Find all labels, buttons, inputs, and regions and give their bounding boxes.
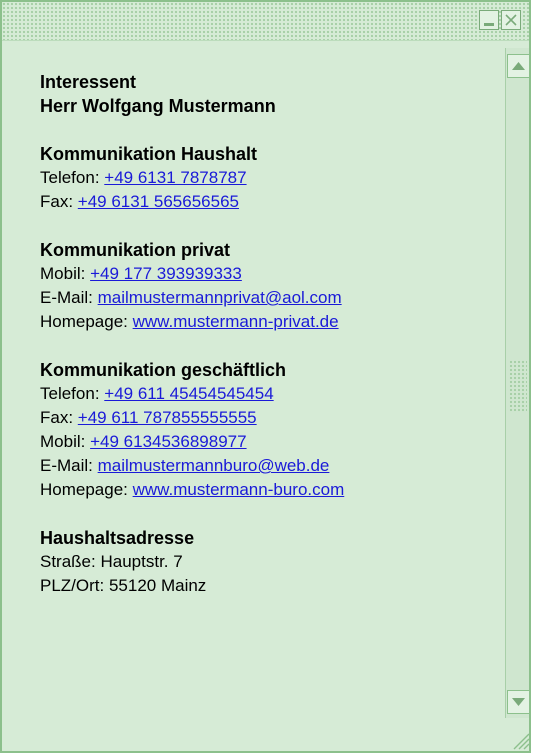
business-homepage-link[interactable]: www.mustermann-buro.com (133, 480, 345, 499)
field-label: E-Mail: (40, 288, 93, 307)
business-email-row: E-Mail: mailmustermannburo@web.de (40, 454, 500, 478)
private-mobile-link[interactable]: +49 177 393939333 (90, 264, 242, 283)
field-label: Telefon: (40, 384, 100, 403)
household-phone-link[interactable]: +49 6131 7878787 (104, 168, 246, 187)
private-homepage-row: Homepage: www.mustermann-privat.de (40, 310, 500, 334)
city-row: PLZ/Ort: 55120 Mainz (40, 574, 500, 598)
field-label: Telefon: (40, 168, 100, 187)
field-label: Homepage: (40, 312, 128, 331)
private-email-row: E-Mail: mailmustermannprivat@aol.com (40, 286, 500, 310)
contact-window: Interessent Herr Wolfgang Mustermann Kom… (0, 0, 531, 753)
household-address-section: Haushaltsadresse Straße: Hauptstr. 7 PLZ… (40, 526, 500, 598)
field-label: E-Mail: (40, 456, 93, 475)
resize-grip-icon[interactable] (510, 728, 530, 750)
business-fax-row: Fax: +49 611 787855555555 (40, 406, 500, 430)
field-label: Mobil: (40, 432, 86, 451)
section-heading: Kommunikation privat (40, 240, 231, 260)
city-value: 55120 Mainz (108, 576, 207, 595)
contact-role: Interessent (40, 72, 137, 92)
section-heading: Haushaltsadresse (40, 528, 195, 548)
household-phone-row: Telefon: +49 6131 7878787 (40, 166, 500, 190)
section-heading: Kommunikation Haushalt (40, 144, 258, 164)
private-homepage-link[interactable]: www.mustermann-privat.de (133, 312, 339, 331)
scroll-up-button[interactable] (507, 54, 529, 78)
contact-name: Herr Wolfgang Mustermann (40, 96, 276, 116)
street-row: Straße: Hauptstr. 7 (40, 550, 500, 574)
business-fax-link[interactable]: +49 611 787855555555 (78, 408, 257, 427)
field-label: Fax: (40, 192, 74, 211)
business-homepage-row: Homepage: www.mustermann-buro.com (40, 478, 500, 502)
private-email-link[interactable]: mailmustermannprivat@aol.com (98, 288, 342, 307)
vertical-scrollbar[interactable] (505, 48, 529, 718)
field-label: Fax: (40, 408, 74, 427)
business-email-link[interactable]: mailmustermannburo@web.de (98, 456, 330, 475)
contact-header: Interessent Herr Wolfgang Mustermann (40, 70, 500, 118)
private-communication-section: Kommunikation privat Mobil: +49 177 3939… (40, 238, 500, 334)
scroll-thumb[interactable] (509, 360, 527, 412)
scroll-down-button[interactable] (507, 690, 529, 714)
contact-details: Interessent Herr Wolfgang Mustermann Kom… (40, 70, 500, 622)
arrow-down-icon (512, 698, 525, 706)
household-fax-link[interactable]: +49 6131 565656565 (78, 192, 239, 211)
section-heading: Kommunikation geschäftlich (40, 360, 287, 380)
business-communication-section: Kommunikation geschäftlich Telefon: +49 … (40, 358, 500, 502)
field-label: PLZ/Ort: (40, 576, 105, 595)
business-phone-link[interactable]: +49 611 45454545454 (104, 384, 273, 403)
field-label: Homepage: (40, 480, 128, 499)
private-mobile-row: Mobil: +49 177 393939333 (40, 262, 500, 286)
household-communication-section: Kommunikation Haushalt Telefon: +49 6131… (40, 142, 500, 214)
title-bar[interactable] (2, 2, 529, 41)
minimize-button[interactable] (479, 10, 499, 30)
business-phone-row: Telefon: +49 611 45454545454 (40, 382, 500, 406)
close-icon (505, 14, 517, 26)
arrow-up-icon (512, 62, 525, 70)
field-label: Straße: (40, 552, 96, 571)
business-mobile-row: Mobil: +49 6134536898977 (40, 430, 500, 454)
household-fax-row: Fax: +49 6131 565656565 (40, 190, 500, 214)
field-label: Mobil: (40, 264, 86, 283)
close-button[interactable] (501, 10, 521, 30)
business-mobile-link[interactable]: +49 6134536898977 (90, 432, 246, 451)
street-value: Hauptstr. 7 (100, 552, 183, 571)
